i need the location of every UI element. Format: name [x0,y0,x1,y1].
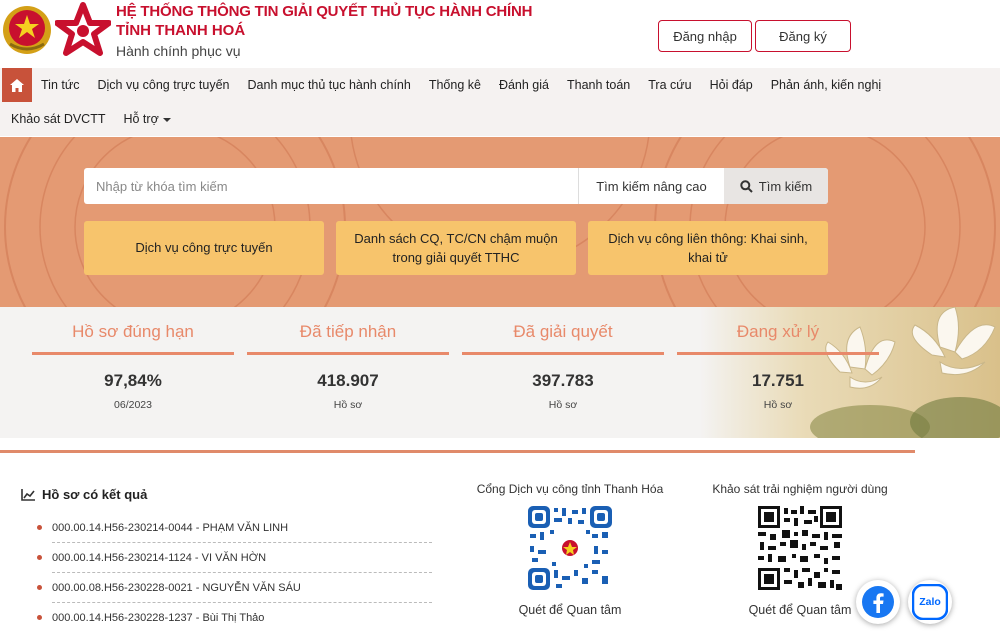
stat-subtitle: Hồ sơ [763,399,793,411]
register-button[interactable]: Đăng ký [755,20,851,52]
results-heading: Hồ sơ có kết quả [21,487,147,502]
nav-item-hoi-dap[interactable]: Hỏi đáp [701,78,762,92]
nav-home-button[interactable] [2,68,32,102]
site-subtitle: Hành chính phục vụ [116,43,241,59]
quick-link-lien-thong[interactable]: Dịch vụ công liên thông: Khai sinh, khai… [588,221,828,275]
line-chart-icon [21,488,35,501]
site-title-line1: HỆ THỐNG THÔNG TIN GIẢI QUYẾT THỦ TỤC HÀ… [116,3,533,20]
nav-item-ho-tro-label: Hỗ trợ [123,112,159,126]
quick-link-dich-vu-cong[interactable]: Dịch vụ công trực tuyến [84,221,324,275]
results-heading-label: Hồ sơ có kết quả [42,487,148,502]
nav-item-tra-cuu[interactable]: Tra cứu [639,78,700,92]
stat-subtitle: Hồ sơ [333,399,363,411]
stat-underline [462,352,664,355]
nav-item-danh-gia[interactable]: Đánh giá [490,78,558,92]
stat-underline [677,352,879,355]
site-title-line2: TỈNH THANH HOÁ [116,22,246,39]
qr-portal: Cổng Dịch vụ công tỉnh Thanh Hóa Quét để… [470,482,670,617]
stat-title: Hồ sơ đúng hạn [72,322,194,341]
stat-underline [32,352,234,355]
results-list: 000.00.14.H56-230214-0044 - PHẠM VĂN LIN… [32,513,432,633]
national-emblem-icon [3,6,51,54]
site-header: HỆ THỐNG THÔNG TIN GIẢI QUYẾT THỦ TỤC HÀ… [0,0,1000,68]
zalo-label: Zalo [919,596,941,608]
search-icon [740,179,753,193]
nav-item-tin-tuc[interactable]: Tin tức [32,78,88,92]
search-banner: Tìm kiếm nâng cao Tìm kiếm Dịch vụ công … [0,137,1000,307]
nav-item-ho-tro[interactable]: Hỗ trợ [114,112,179,126]
stat-dang-xu-ly: Đang xử lý 17.751 Hồ sơ [677,307,879,411]
home-icon [10,78,24,92]
advanced-search-button[interactable]: Tìm kiếm nâng cao [578,168,724,204]
list-item[interactable]: 000.00.08.H56-230228-0021 - NGUYỄN VĂN S… [37,573,432,603]
list-item[interactable]: 000.00.14.H56-230214-0044 - PHẠM VĂN LIN… [37,513,432,543]
nav-item-thanh-toan[interactable]: Thanh toán [558,78,639,92]
nav-item-khao-sat[interactable]: Khảo sát DVCTT [0,112,114,126]
stat-title: Đang xử lý [736,322,820,341]
qr-code-survey[interactable] [758,506,842,590]
stat-underline [247,352,449,355]
quick-link-cham-muon[interactable]: Danh sách CQ, TC/CN chậm muộn trong giải… [336,221,576,275]
stat-value: 17.751 [752,371,804,390]
search-input[interactable] [84,168,578,204]
stat-subtitle: Hồ sơ [548,399,578,411]
search-button[interactable]: Tìm kiếm [724,168,828,204]
zalo-button[interactable]: Zalo [908,580,952,624]
qr-code-portal[interactable] [528,506,612,590]
nav-item-dich-vu-cong[interactable]: Dịch vụ công trực tuyến [88,78,238,92]
search-button-label: Tìm kiếm [758,178,813,194]
qr-label: Khảo sát trải nghiệm người dùng [712,482,888,496]
list-item[interactable]: 000.00.14.H56-230228-1237 - Bùi Thị Thảo [37,603,432,633]
section-divider [0,450,915,453]
nav-row-2: Khảo sát DVCTT Hỗ trợ [0,102,180,136]
nav-item-phan-anh[interactable]: Phản ánh, kiến nghị [762,78,891,92]
stats-section: Hồ sơ đúng hạn 97,84% 06/2023 Đã tiếp nh… [0,307,1000,438]
caret-down-icon [162,117,171,122]
stat-da-giai-quyet: Đã giải quyết 397.783 Hồ sơ [462,307,664,411]
qr-caption: Quét để Quan tâm [518,603,622,617]
nav-item-danh-muc-tthc[interactable]: Danh mục thủ tục hành chính [239,78,420,92]
stat-title: Đã tiếp nhận [299,322,397,341]
main-nav: Tin tức Dịch vụ công trực tuyến Danh mục… [0,68,1000,136]
nav-row-1: Tin tức Dịch vụ công trực tuyến Danh mục… [0,68,890,102]
list-item[interactable]: 000.00.14.H56-230214-1124 - VI VĂN HỜN [37,543,432,573]
nav-item-thong-ke[interactable]: Thống kê [420,78,490,92]
stat-value: 418.907 [317,371,379,390]
stat-title: Đã giải quyết [513,322,613,341]
facebook-button[interactable] [856,580,900,624]
qr-label: Cổng Dịch vụ công tỉnh Thanh Hóa [476,482,664,496]
search-bar: Tìm kiếm nâng cao Tìm kiếm [84,168,828,204]
dvc-logo-icon [55,2,111,56]
stat-subtitle: 06/2023 [114,399,152,411]
stat-ho-so-dung-han: Hồ sơ đúng hạn 97,84% 06/2023 [32,307,234,411]
stat-da-tiep-nhan: Đã tiếp nhận 418.907 Hồ sơ [247,307,449,411]
stat-value: 397.783 [532,371,594,390]
stat-value: 97,84% [104,371,162,390]
login-button[interactable]: Đăng nhập [658,20,752,52]
facebook-icon [862,586,894,618]
